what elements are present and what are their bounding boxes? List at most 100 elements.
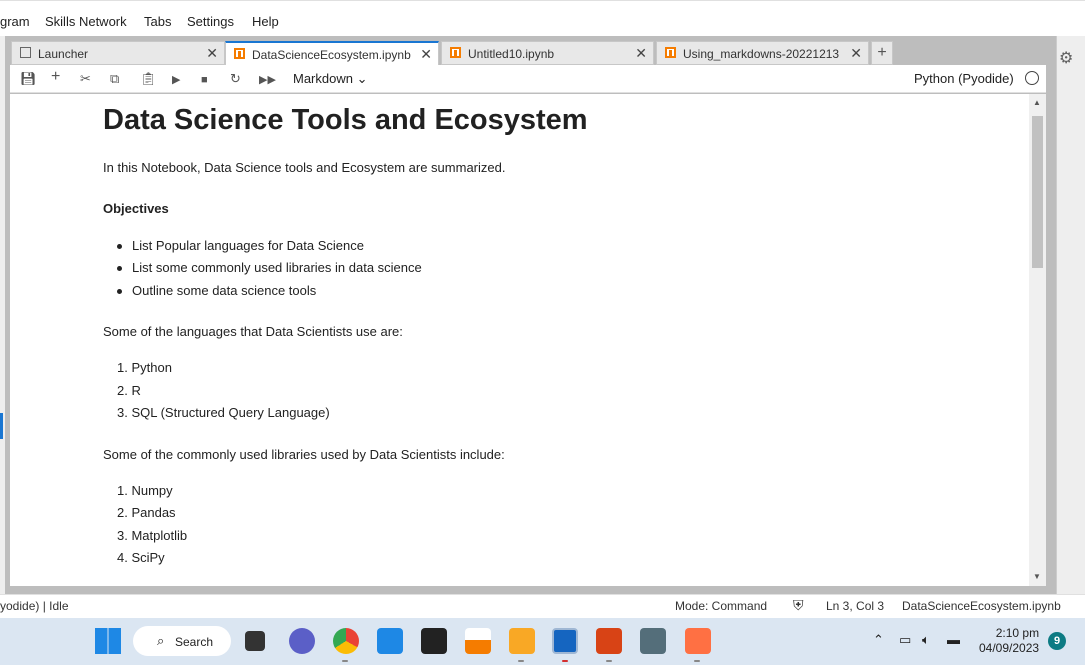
close-icon[interactable]: ✕ [206,45,218,62]
cell-type-dropdown[interactable]: Markdown ⌄ [293,71,367,87]
bullet-icon [117,289,122,295]
launcher-icon [20,47,31,58]
windows-start-icon[interactable] [95,628,121,654]
notebook-panel[interactable]: Data Science Tools and Ecosystem In this… [10,94,1046,586]
chrome-icon[interactable] [333,628,359,654]
paste-icon[interactable]: 📋︎ [140,71,157,87]
sticky-notes-icon[interactable] [421,628,447,654]
list-item-text: List Popular languages for Data Science [132,238,364,253]
kernel-status-text[interactable]: yodide) | Idle [0,599,69,613]
list-item: 3. SQL (Structured Query Language) [117,405,330,420]
bullet-icon [117,244,122,250]
property-inspector-gear-icon[interactable]: ⚙ [1059,48,1073,68]
close-icon[interactable]: ✕ [850,45,862,62]
search-label: Search [175,635,214,649]
menu-item-skills-network[interactable]: Skills Network [45,14,127,29]
notification-badge[interactable]: 9 [1048,632,1066,650]
running-indicator [518,660,524,662]
trust-shield-icon[interactable]: ⛨ [793,597,804,614]
chevron-up-icon[interactable]: ⌃ [873,632,884,648]
tab-label: Untitled10.ipynb [468,47,555,61]
current-file-name: DataScienceEcosystem.ipynb [902,599,1061,613]
list-item: Outline some data science tools [117,283,316,298]
running-indicator [342,660,348,662]
objectives-heading: Objectives [103,201,169,216]
clock-date: 04/09/2023 [979,641,1040,655]
notebook-title: Data Science Tools and Ecosystem [103,104,588,136]
copy-icon[interactable]: ⧉ [110,71,119,87]
notebook-icon [450,47,461,58]
clock-time: 2:10 pm [995,626,1040,640]
word-icon[interactable] [552,628,578,654]
list-item: 2. Pandas [117,505,176,520]
teams-chat-icon[interactable] [289,628,315,654]
powerpoint-icon[interactable] [596,628,622,654]
list-item: 1. Python [117,360,172,375]
tab-untitled10[interactable]: Untitled10.ipynb ✕ [441,41,654,65]
windows-taskbar: ⌕ Search ⌃ ▭ 🔈︎ ▬ 2:10 pm 04/09/2023 9 [0,618,1085,665]
tab-launcher[interactable]: Launcher ✕ [11,41,225,65]
task-view-icon[interactable] [245,631,265,651]
bullet-icon [117,266,122,272]
volume-icon[interactable]: 🔈︎ [922,632,930,648]
restart-icon[interactable]: ↻ [230,71,241,87]
insert-cell-plus-icon[interactable]: + [51,69,60,85]
tab-using-markdowns[interactable]: Using_markdowns-20221213 ✕ [656,41,869,65]
run-icon[interactable]: ▶ [172,72,180,88]
list-item-text: Outline some data science tools [132,283,317,298]
tab-label: Using_markdowns-20221213 [683,47,840,61]
close-icon[interactable]: ✕ [635,45,647,62]
mode-indicator: Mode: Command [675,599,768,613]
menu-item-settings[interactable]: Settings [187,14,234,29]
running-indicator [694,660,700,662]
right-sidebar [1056,36,1085,594]
stop-icon[interactable]: ■ [201,72,208,88]
menu-bar: gram Skills Network Tabs Settings Help [0,0,1085,36]
save-icon[interactable]: 💾︎ [20,71,37,87]
add-tab-plus-icon[interactable]: + [871,41,893,65]
list-item: List Popular languages for Data Science [117,238,364,253]
vertical-scrollbar[interactable]: ▲ ▼ [1029,94,1046,586]
list-item: 1. Numpy [117,483,173,498]
list-item: List some commonly used libraries in dat… [117,260,422,275]
display-icon[interactable]: ▭ [899,632,911,648]
running-indicator [606,660,612,662]
vlc-icon[interactable] [465,628,491,654]
notebook-icon [234,48,245,59]
list-item: 4. SciPy [117,550,165,565]
left-sidebar-active-indicator [0,413,3,439]
fast-forward-icon[interactable]: ▶▶ [259,72,276,88]
cut-icon[interactable]: ✂ [80,71,91,87]
battery-icon[interactable]: ▬ [947,632,960,647]
close-icon[interactable]: ✕ [420,46,432,63]
system-clock[interactable]: 2:10 pm 04/09/2023 [979,626,1039,656]
pdf-app-icon[interactable] [685,628,711,654]
taskbar-search[interactable]: ⌕ Search [133,626,231,656]
menu-item-program[interactable]: gram [0,14,30,29]
libraries-intro: Some of the commonly used libraries used… [103,447,505,462]
list-item: 3. Matplotlib [117,528,188,543]
scrollbar-thumb[interactable] [1032,116,1043,268]
list-item-text: List some commonly used libraries in dat… [132,260,422,275]
search-icon: ⌕ [157,633,165,648]
kernel-name[interactable]: Python (Pyodide) [914,71,1014,86]
intro-text: In this Notebook, Data Science tools and… [103,160,506,175]
kernel-status-icon [1025,71,1039,85]
cursor-position[interactable]: Ln 3, Col 3 [826,599,884,613]
menu-item-tabs[interactable]: Tabs [144,14,171,29]
calculator-icon[interactable] [640,628,666,654]
list-item: 2. R [117,383,141,398]
notebook-toolbar: 💾︎ + ✂ ⧉ 📋︎ ▶ ■ ↻ ▶▶ Markdown ⌄ Python (… [10,65,1046,93]
notebook-icon [665,47,676,58]
mail-icon[interactable] [377,628,403,654]
scroll-down-icon[interactable]: ▼ [1033,572,1041,581]
menu-item-help[interactable]: Help [252,14,279,29]
status-bar: yodide) | Idle Mode: Command ⛨ Ln 3, Col… [0,594,1085,618]
tab-datascienceecosystem[interactable]: DataScienceEcosystem.ipynb ✕ [225,41,439,66]
running-indicator [562,660,568,662]
tab-label: Launcher [38,47,89,61]
tab-label: DataScienceEcosystem.ipynb [252,48,411,62]
languages-intro: Some of the languages that Data Scientis… [103,324,403,339]
file-explorer-icon[interactable] [509,628,535,654]
scroll-up-icon[interactable]: ▲ [1033,98,1041,107]
